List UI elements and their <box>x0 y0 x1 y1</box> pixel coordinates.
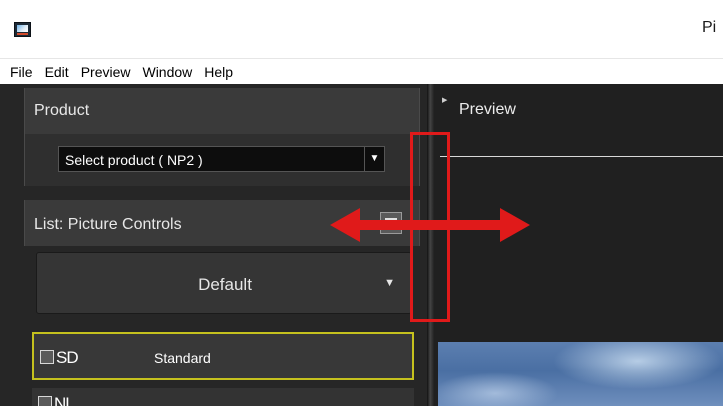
list-item[interactable]: SD Standard <box>32 332 414 380</box>
chevron-down-icon[interactable]: ▼ <box>384 277 395 289</box>
picture-control-icon <box>40 350 54 364</box>
picture-control-badge: SD <box>40 348 92 368</box>
divider <box>440 156 723 157</box>
list-panel-title: List: Picture Controls <box>34 216 182 233</box>
chevron-down-icon[interactable]: ▼ <box>364 147 384 171</box>
title-bar: Pi <box>0 0 723 58</box>
menu-window[interactable]: Window <box>136 59 198 85</box>
preview-panel-title: Preview <box>459 101 516 118</box>
picture-control-icon <box>38 396 52 406</box>
product-select-value: Select product ( NP2 ) <box>65 152 203 168</box>
menu-file[interactable]: File <box>4 59 39 85</box>
filter-select-value: Default <box>198 275 252 294</box>
double-arrow-icon <box>330 208 530 242</box>
picture-control-filter-select[interactable]: Default ▼ <box>36 252 412 314</box>
picture-control-code: SD <box>56 348 79 367</box>
list-item[interactable]: NL <box>32 388 414 406</box>
menu-preview[interactable]: Preview <box>75 59 137 85</box>
preview-image <box>438 342 723 406</box>
product-panel-title: Product <box>34 102 90 119</box>
collapse-arrow-icon[interactable]: ▶ <box>442 96 447 104</box>
window-title: Pi <box>702 19 717 36</box>
picture-control-badge: NL <box>38 394 90 406</box>
picture-control-code: NL <box>54 394 75 406</box>
product-select[interactable]: Select product ( NP2 ) ▼ <box>58 146 385 172</box>
app-icon[interactable] <box>14 22 31 37</box>
menu-edit[interactable]: Edit <box>39 59 75 85</box>
menu-bar: File Edit Preview Window Help <box>0 58 723 84</box>
picture-control-name: Standard <box>154 350 211 366</box>
menu-help[interactable]: Help <box>198 59 239 85</box>
